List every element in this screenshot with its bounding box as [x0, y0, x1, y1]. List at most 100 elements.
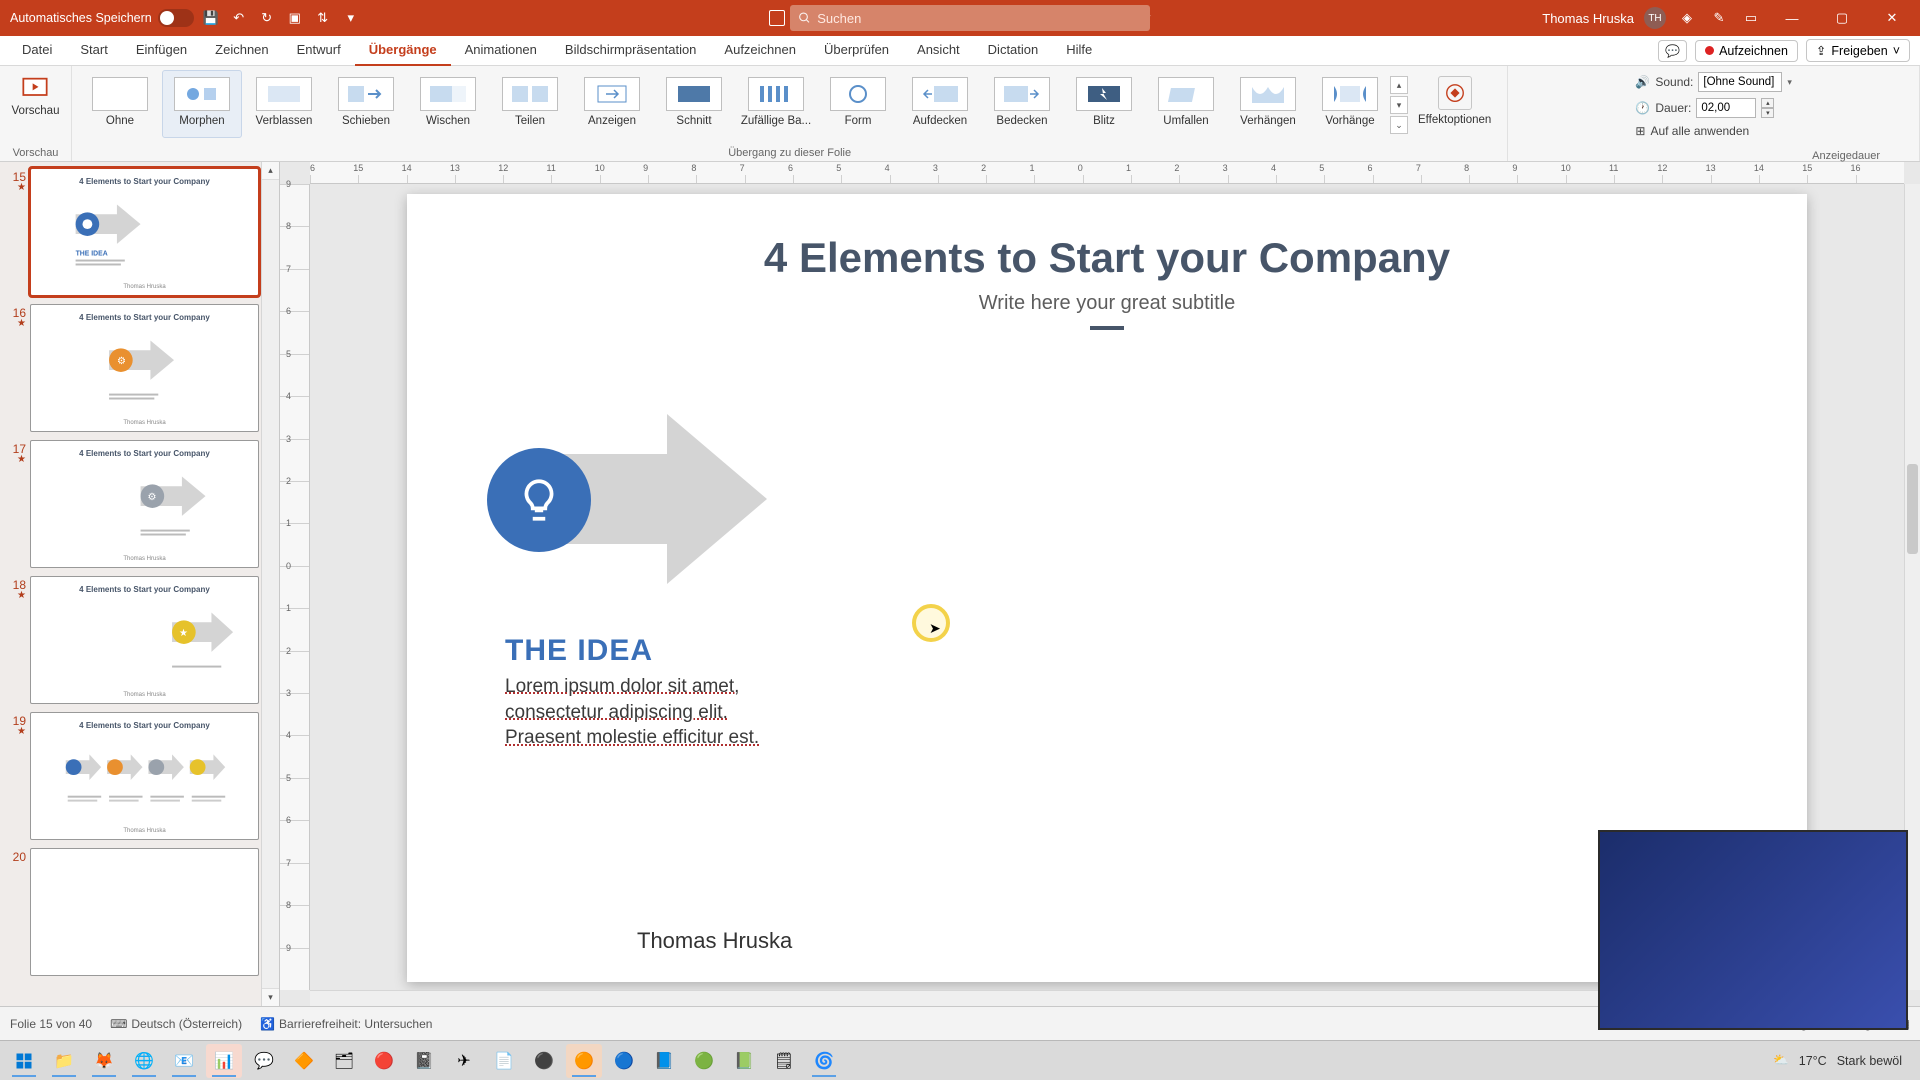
sound-select[interactable] [1698, 72, 1782, 92]
thumbnail-preview[interactable]: 4 Elements to Start your CompanyTHE IDEA… [30, 168, 259, 296]
duration-spinner[interactable]: ▴▾ [1761, 98, 1774, 118]
thumbnail-preview[interactable]: 4 Elements to Start your Company⚙Thomas … [30, 440, 259, 568]
app-icon[interactable]: 🗂 [326, 1044, 362, 1078]
vlc-icon[interactable]: 🔶 [286, 1044, 322, 1078]
qat-more-icon[interactable]: ▾ [340, 7, 362, 29]
tab-dictation[interactable]: Dictation [974, 36, 1053, 66]
redo-icon[interactable]: ↻ [256, 7, 278, 29]
slide-thumbnail-pane[interactable]: 15★4 Elements to Start your CompanyTHE I… [0, 162, 280, 1006]
tab-hilfe[interactable]: Hilfe [1052, 36, 1106, 66]
effect-options-button[interactable]: Effektoptionen [1410, 70, 1499, 126]
thumbnail-slide-19[interactable]: 19★4 Elements to Start your CompanyThoma… [6, 712, 259, 840]
transition-blitz[interactable]: Blitz [1064, 70, 1144, 138]
telegram-icon[interactable]: ✈ [446, 1044, 482, 1078]
share-button[interactable]: ⇪Freigeben˅ [1806, 39, 1910, 62]
transition-morphen[interactable]: Morphen [162, 70, 242, 138]
thumbnail-preview[interactable] [30, 848, 259, 976]
app-icon[interactable]: 🟠 [566, 1044, 602, 1078]
transition-aufdecken[interactable]: Aufdecken [900, 70, 980, 138]
tab-uebergaenge[interactable]: Übergänge [355, 36, 451, 66]
file-explorer-icon[interactable]: 📁 [46, 1044, 82, 1078]
outlook-icon[interactable]: 📧 [166, 1044, 202, 1078]
tab-ansicht[interactable]: Ansicht [903, 36, 974, 66]
tab-ueberpruefen[interactable]: Überprüfen [810, 36, 903, 66]
tab-start[interactable]: Start [66, 36, 121, 66]
tab-aufzeichnen[interactable]: Aufzeichnen [710, 36, 810, 66]
scroll-up-button[interactable]: ▴ [262, 162, 279, 180]
pen-icon[interactable]: ✎ [1708, 7, 1730, 29]
edge-icon[interactable]: 🌀 [806, 1044, 842, 1078]
search-input[interactable] [817, 11, 1142, 26]
powerpoint-icon[interactable]: 📊 [206, 1044, 242, 1078]
comments-icon[interactable]: 💬 [1658, 40, 1687, 62]
gallery-up-button[interactable]: ▴ [1390, 76, 1408, 94]
transition-vorhnge[interactable]: Vorhänge [1310, 70, 1390, 138]
app-icon[interactable]: 🔴 [366, 1044, 402, 1078]
system-tray[interactable]: ⛅ 17°C Stark bewöl [1773, 1053, 1914, 1068]
content-heading[interactable]: THE IDEA [505, 634, 653, 668]
tab-einfuegen[interactable]: Einfügen [122, 36, 201, 66]
transition-verblassen[interactable]: Verblassen [244, 70, 324, 138]
slide-author[interactable]: Thomas Hruska [637, 928, 792, 954]
touch-mode-icon[interactable]: ⇅ [312, 7, 334, 29]
user-name[interactable]: Thomas Hruska [1542, 11, 1634, 26]
gallery-down-button[interactable]: ▾ [1390, 96, 1408, 114]
scroll-down-button[interactable]: ▾ [262, 988, 279, 1006]
duration-input[interactable] [1696, 98, 1756, 118]
transition-schieben[interactable]: Schieben [326, 70, 406, 138]
language-button[interactable]: ⌨Deutsch (Österreich) [110, 1017, 242, 1031]
undo-icon[interactable]: ↶ [228, 7, 250, 29]
app-icon[interactable]: 🟢 [686, 1044, 722, 1078]
transition-wischen[interactable]: Wischen [408, 70, 488, 138]
tab-zeichnen[interactable]: Zeichnen [201, 36, 282, 66]
obs-icon[interactable]: ⚫ [526, 1044, 562, 1078]
thumbnail-preview[interactable]: 4 Elements to Start your Company⚙Thomas … [30, 304, 259, 432]
apply-all-button[interactable]: ⊞ Auf alle anwenden [1635, 124, 1792, 138]
thumb-scrollbar[interactable]: ▴ ▾ [261, 162, 279, 1006]
transition-verhngen[interactable]: Verhängen [1228, 70, 1308, 138]
transition-form[interactable]: Form [818, 70, 898, 138]
excel-icon[interactable]: 📗 [726, 1044, 762, 1078]
idea-circle[interactable] [487, 448, 591, 552]
tab-bildschirmpraesentation[interactable]: Bildschirmpräsentation [551, 36, 711, 66]
window-layout-icon[interactable]: ▭ [1740, 7, 1762, 29]
transitions-gallery[interactable]: OhneMorphenVerblassenSchiebenWischenTeil… [80, 70, 1390, 138]
slide-counter[interactable]: Folie 15 von 40 [10, 1017, 92, 1031]
chrome-icon[interactable]: 🌐 [126, 1044, 162, 1078]
onenote-icon[interactable]: 📓 [406, 1044, 442, 1078]
app-icon[interactable]: 🗒 [766, 1044, 802, 1078]
tab-datei[interactable]: Datei [8, 36, 66, 66]
firefox-icon[interactable]: 🦊 [86, 1044, 122, 1078]
app-icon[interactable]: 🔵 [606, 1044, 642, 1078]
thumbnail-preview[interactable]: 4 Elements to Start your CompanyThomas H… [30, 712, 259, 840]
transition-umfallen[interactable]: Umfallen [1146, 70, 1226, 138]
transition-zuflligeba[interactable]: Zufällige Ba... [736, 70, 816, 138]
app-icon[interactable]: 💬 [246, 1044, 282, 1078]
transition-teilen[interactable]: Teilen [490, 70, 570, 138]
minimize-button[interactable]: — [1772, 0, 1812, 36]
toggle-icon[interactable] [158, 9, 194, 27]
arrow-graphic[interactable] [487, 404, 777, 594]
slide-canvas[interactable]: 4 Elements to Start your Company Write h… [407, 194, 1807, 982]
tab-entwurf[interactable]: Entwurf [283, 36, 355, 66]
thumbnail-slide-18[interactable]: 18★4 Elements to Start your Company★Thom… [6, 576, 259, 704]
accessibility-button[interactable]: ♿Barrierefreiheit: Untersuchen [260, 1017, 432, 1031]
from-beginning-icon[interactable]: ▣ [284, 7, 306, 29]
maximize-button[interactable]: ▢ [1822, 0, 1862, 36]
record-button[interactable]: Aufzeichnen [1695, 40, 1798, 62]
thumbnail-slide-17[interactable]: 17★4 Elements to Start your Company⚙Thom… [6, 440, 259, 568]
slide-subtitle[interactable]: Write here your great subtitle [407, 292, 1807, 315]
app-icon[interactable]: 📄 [486, 1044, 522, 1078]
slide-title[interactable]: 4 Elements to Start your Company [407, 234, 1807, 282]
search-box[interactable] [790, 5, 1150, 31]
thumbnail-slide-15[interactable]: 15★4 Elements to Start your CompanyTHE I… [6, 168, 259, 296]
thumbnail-slide-16[interactable]: 16★4 Elements to Start your Company⚙Thom… [6, 304, 259, 432]
content-body[interactable]: Lorem ipsum dolor sit amet,consectetur a… [505, 674, 765, 751]
app-icon[interactable]: 📘 [646, 1044, 682, 1078]
transition-ohne[interactable]: Ohne [80, 70, 160, 138]
thumbnail-preview[interactable]: 4 Elements to Start your Company★Thomas … [30, 576, 259, 704]
transition-anzeigen[interactable]: Anzeigen [572, 70, 652, 138]
scrollbar-thumb[interactable] [1907, 464, 1918, 554]
save-icon[interactable]: 💾 [200, 7, 222, 29]
tab-animationen[interactable]: Animationen [451, 36, 551, 66]
